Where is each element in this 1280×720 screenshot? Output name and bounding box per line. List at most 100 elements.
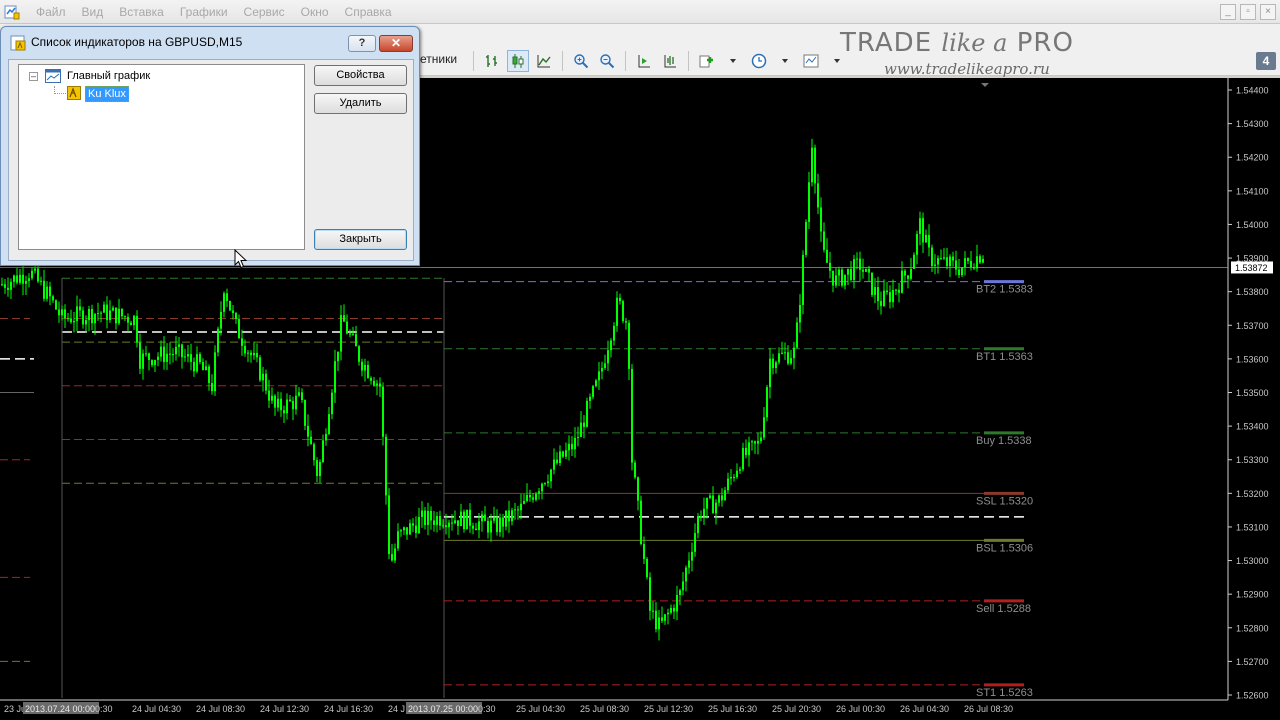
- templates-button[interactable]: [800, 50, 822, 72]
- time-tick-label: 0:30: [478, 704, 496, 714]
- candle-body: [259, 357, 261, 381]
- toolbar-indicators-label[interactable]: етники: [420, 52, 457, 66]
- time-tick-label: 24 Jul 04:30: [132, 704, 181, 714]
- candle-body: [319, 461, 321, 477]
- candle-body: [298, 392, 300, 396]
- level-label-bt1: BT1 1.5363: [976, 351, 1033, 363]
- dialog-help-button[interactable]: ?: [348, 35, 376, 52]
- price-tick-label: 1.54300: [1236, 119, 1269, 129]
- candle-body: [226, 293, 228, 301]
- candle-body: [142, 353, 144, 369]
- candle-body: [181, 344, 183, 358]
- current-price-label: 1.53872: [1235, 263, 1268, 273]
- candle-body: [55, 300, 57, 310]
- candle-body: [460, 511, 462, 527]
- candle-body: [469, 509, 471, 526]
- menu-view[interactable]: Вид: [74, 0, 112, 24]
- bar-chart-button[interactable]: [481, 50, 503, 72]
- candle-body: [556, 459, 558, 464]
- candle-body: [313, 444, 315, 461]
- indicators-dropdown[interactable]: [722, 50, 744, 72]
- candlestick-button[interactable]: [507, 50, 529, 72]
- candle-body: [49, 286, 51, 297]
- tree-item-ku-klux-label: Ku Klux: [85, 86, 129, 102]
- window-controls: _ ▫ ×: [1220, 4, 1276, 20]
- logo-title-end: PRO: [1007, 28, 1074, 58]
- menu-window[interactable]: Окно: [293, 0, 337, 24]
- candle-body: [292, 401, 294, 410]
- dialog-close-button[interactable]: ✕: [379, 35, 413, 52]
- candle-body: [685, 567, 687, 582]
- candle-body: [262, 373, 264, 381]
- candle-body: [646, 558, 648, 578]
- properties-button[interactable]: Свойства: [314, 65, 407, 86]
- candle-body: [418, 516, 420, 534]
- level-label-buy: Buy 1.5338: [976, 435, 1032, 447]
- close-button[interactable]: Закрыть: [314, 229, 407, 250]
- close-window-button[interactable]: ×: [1260, 4, 1276, 20]
- maximize-button[interactable]: ▫: [1240, 4, 1256, 20]
- candle-body: [826, 249, 828, 263]
- candle-body: [901, 270, 903, 293]
- candle-body: [175, 346, 177, 355]
- candle-body: [622, 301, 624, 322]
- level-label-ssl: SSL 1.5320: [976, 495, 1033, 507]
- candle-body: [76, 306, 78, 322]
- candle-body: [841, 269, 843, 286]
- candle-body: [466, 509, 468, 530]
- zoom-in-button[interactable]: [570, 50, 592, 72]
- candle-body: [43, 280, 45, 299]
- menu-items: Файл Вид Вставка Графики Сервис Окно Спр…: [28, 0, 400, 24]
- periods-button[interactable]: [748, 50, 770, 72]
- minimize-button[interactable]: _: [1220, 4, 1236, 20]
- time-tick-label: 24 J: [388, 704, 405, 714]
- menu-insert[interactable]: Вставка: [111, 0, 172, 24]
- candle-body: [91, 308, 93, 324]
- chart-shift-button[interactable]: [659, 50, 681, 72]
- candle-body: [376, 383, 378, 386]
- candle-body: [502, 517, 504, 527]
- time-tick-label: 26 Jul 04:30: [900, 704, 949, 714]
- level-label-sell: Sell 1.5288: [976, 603, 1031, 615]
- candle-body: [550, 469, 552, 482]
- menu-charts[interactable]: Графики: [172, 0, 236, 24]
- price-tick-label: 1.52700: [1236, 657, 1269, 667]
- candle-body: [607, 350, 609, 364]
- candle-body: [358, 346, 360, 362]
- candle-body: [388, 495, 390, 555]
- toolbar-separator: [562, 51, 563, 71]
- candle-body: [811, 147, 813, 183]
- candle-body: [595, 380, 597, 387]
- candle-body: [931, 247, 933, 266]
- candle-body: [868, 268, 870, 273]
- indicators-button[interactable]: [696, 50, 718, 72]
- line-chart-button[interactable]: [533, 50, 555, 72]
- candle-body: [658, 617, 660, 630]
- auto-scroll-button[interactable]: [633, 50, 655, 72]
- delete-button[interactable]: Удалить: [314, 93, 407, 114]
- notification-badge[interactable]: 4: [1256, 52, 1276, 70]
- candle-body: [763, 417, 765, 438]
- candle-body: [64, 309, 66, 319]
- menu-tools[interactable]: Сервис: [236, 0, 293, 24]
- candle-body: [214, 352, 216, 392]
- candle-body: [355, 334, 357, 347]
- candle-body: [379, 383, 381, 387]
- candle-body: [535, 493, 537, 500]
- zoom-out-button[interactable]: [596, 50, 618, 72]
- menu-help[interactable]: Справка: [337, 0, 400, 24]
- indicator-tree[interactable]: – Главный график Ku Klux: [18, 64, 305, 250]
- candle-body: [919, 218, 921, 234]
- price-tick-label: 1.53800: [1236, 287, 1269, 297]
- candle-body: [28, 278, 30, 281]
- candle-body: [130, 322, 132, 326]
- price-tick-label: 1.52600: [1236, 691, 1269, 701]
- candle-body: [913, 254, 915, 269]
- candle-body: [151, 359, 153, 365]
- candle-body: [256, 352, 258, 358]
- menu-file[interactable]: Файл: [28, 0, 74, 24]
- candle-body: [160, 346, 162, 357]
- periods-dropdown[interactable]: [774, 50, 796, 72]
- tree-collapse-toggle[interactable]: –: [29, 72, 38, 81]
- candle-body: [973, 267, 975, 269]
